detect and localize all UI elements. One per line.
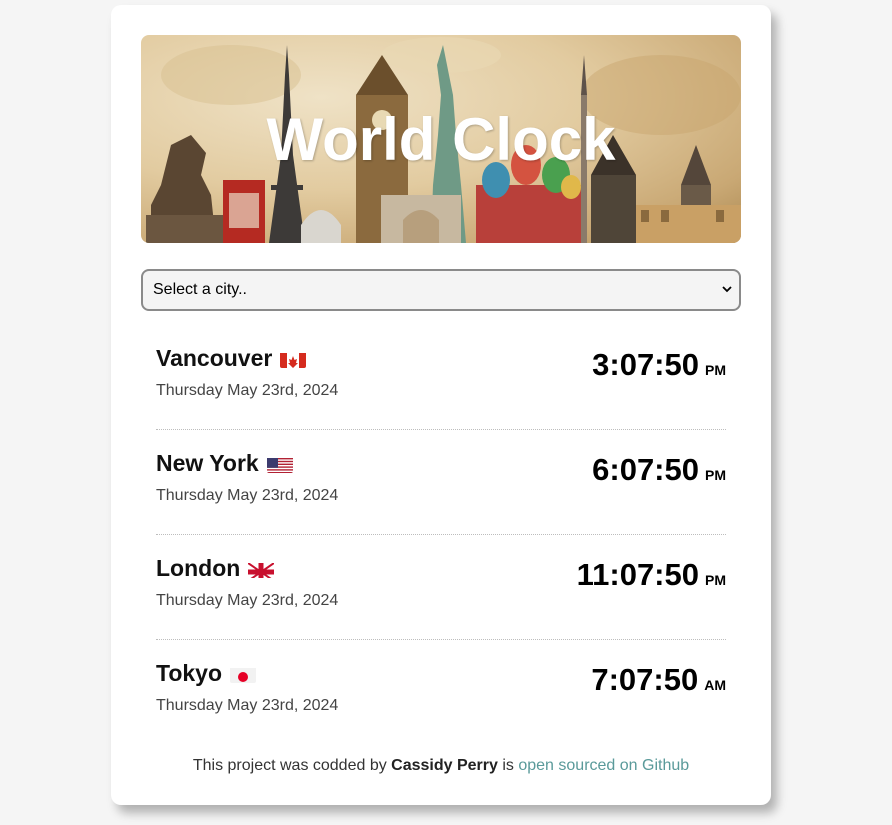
- github-link[interactable]: open sourced on Github: [518, 757, 689, 774]
- uk-flag-icon: [248, 560, 275, 578]
- list-item: London Thursday May 23rd, 2024 11:07:50 P…: [156, 535, 726, 640]
- city-date: Thursday May 23rd, 2024: [156, 487, 339, 504]
- list-item: New York Thursday May 23rd, 2024 6:07:50…: [156, 430, 726, 535]
- city-name: Vancouver: [156, 345, 307, 372]
- author-name: Cassidy Perry: [391, 757, 498, 774]
- city-select[interactable]: Select a city..: [141, 269, 741, 311]
- usa-flag-icon: [266, 455, 293, 473]
- city-select-wrapper[interactable]: Select a city..: [141, 269, 741, 311]
- chevron-down-icon: [722, 286, 732, 293]
- city-time: 3:07:50 PM: [592, 347, 726, 382]
- city-name: New York: [156, 450, 293, 477]
- city-time: 6:07:50 PM: [592, 452, 726, 487]
- city-select-value: Select a city..: [153, 281, 247, 298]
- city-list: Vancouver Thursday May 23rd, 2024 3:07:5…: [156, 325, 726, 745]
- japan-flag-icon: [230, 665, 257, 683]
- page-title: World Clock: [266, 106, 616, 173]
- footer: This project was codded by Cassidy Perry…: [192, 757, 690, 774]
- city-name: Tokyo: [156, 660, 257, 687]
- canada-flag-icon: [280, 350, 307, 368]
- city-date: Thursday May 23rd, 2024: [156, 382, 339, 399]
- am-pm-label: AM: [704, 677, 726, 693]
- city-time: 7:07:50 AM: [591, 662, 726, 697]
- city-time: 11:07:50 PM: [576, 557, 726, 592]
- am-pm-label: PM: [705, 467, 726, 483]
- am-pm-label: PM: [705, 572, 726, 588]
- list-item: Tokyo Thursday May 23rd, 2024 7:07:50 AM: [156, 640, 726, 745]
- list-item: Vancouver Thursday May 23rd, 2024 3:07:5…: [156, 325, 726, 430]
- city-date: Thursday May 23rd, 2024: [156, 697, 339, 714]
- am-pm-label: PM: [705, 362, 726, 378]
- city-name: London: [156, 555, 275, 582]
- world-clock-card: World Clock Select a city.. Vancouver Th…: [111, 5, 771, 805]
- city-date: Thursday May 23rd, 2024: [156, 592, 339, 609]
- world-landmarks-banner: World Clock: [141, 35, 741, 243]
